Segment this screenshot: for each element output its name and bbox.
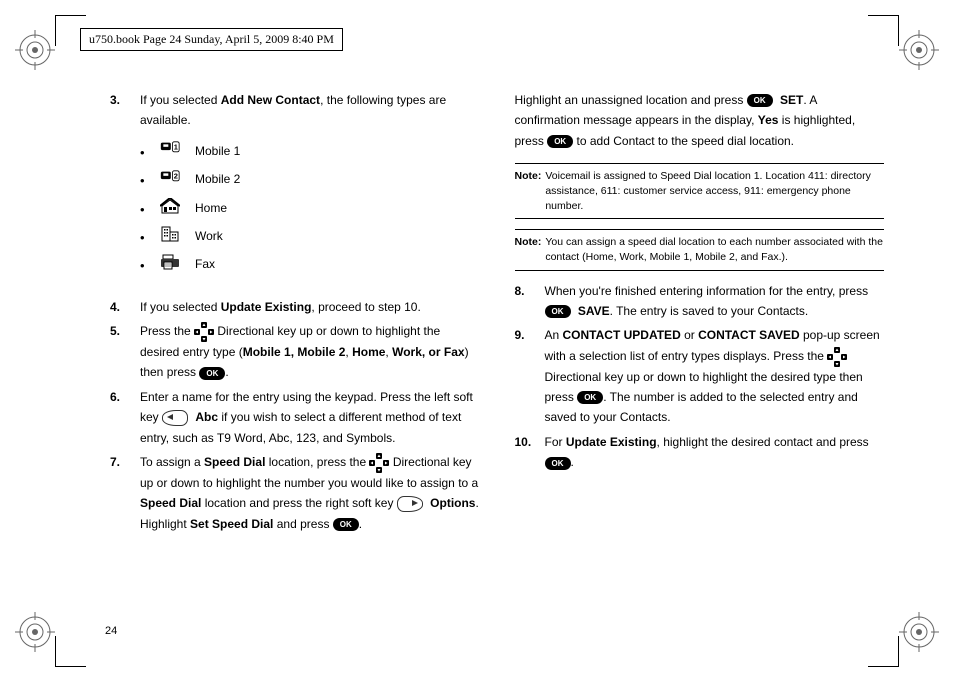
page: u750.book Page 24 Sunday, April 5, 2009 …	[0, 0, 954, 682]
phone-2-icon: 2	[160, 169, 180, 185]
step-text: If you selected Add New Contact, the fol…	[140, 93, 446, 127]
note-text: You can assign a speed dial location to …	[545, 235, 884, 264]
type-home: • Home	[140, 198, 480, 218]
ok-key-icon: OK	[747, 94, 773, 107]
svg-text:1: 1	[174, 143, 178, 152]
step-4: 4. If you selected Update Existing, proc…	[110, 297, 480, 317]
ok-key-icon: OK	[199, 367, 225, 380]
work-icon	[160, 226, 180, 242]
step-text: Enter a name for the entry using the key…	[140, 390, 473, 445]
type-fax: • Fax	[140, 254, 480, 274]
type-label: Fax	[195, 257, 215, 271]
crop-mark	[868, 636, 899, 667]
ok-key-icon: OK	[547, 135, 573, 148]
note-1: Note: Voicemail is assigned to Speed Dia…	[515, 163, 885, 219]
type-work: • Work	[140, 226, 480, 246]
left-softkey-icon	[162, 410, 188, 426]
home-icon	[160, 198, 180, 214]
step-number: 9.	[515, 325, 525, 345]
step-7-continued: Highlight an unassigned location and pre…	[515, 90, 885, 151]
fax-icon	[160, 254, 180, 270]
step-number: 7.	[110, 452, 120, 472]
step-6: 6. Enter a name for the entry using the …	[110, 387, 480, 448]
step-8: 8. When you're finished entering informa…	[515, 281, 885, 322]
page-deco-br	[899, 612, 939, 652]
right-softkey-icon	[397, 496, 423, 512]
step-number: 3.	[110, 90, 120, 110]
type-label: Work	[195, 229, 223, 243]
phone-1-icon: 1	[160, 141, 180, 157]
content: 3. If you selected Add New Contact, the …	[110, 90, 884, 622]
left-column: 3. If you selected Add New Contact, the …	[110, 90, 480, 622]
directional-key-icon	[194, 322, 214, 342]
note-label: Note:	[515, 169, 546, 213]
page-deco-tl	[15, 30, 55, 70]
page-header: u750.book Page 24 Sunday, April 5, 2009 …	[80, 28, 343, 51]
note-label: Note:	[515, 235, 546, 264]
step-3: 3. If you selected Add New Contact, the …	[110, 90, 480, 293]
type-mobile2: • 2 Mobile 2	[140, 169, 480, 189]
type-mobile1: • 1 Mobile 1	[140, 141, 480, 161]
step-number: 10.	[515, 432, 532, 452]
step-number: 5.	[110, 321, 120, 341]
ok-key-icon: OK	[545, 457, 571, 470]
step-5: 5. Press the Directional key up or down …	[110, 321, 480, 383]
crop-mark	[55, 636, 86, 667]
step-text: To assign a Speed Dial location, press t…	[140, 455, 479, 531]
note-2: Note: You can assign a speed dial locati…	[515, 229, 885, 270]
type-label: Mobile 2	[195, 172, 240, 186]
ok-key-icon: OK	[577, 391, 603, 404]
type-label: Mobile 1	[195, 144, 240, 158]
svg-text:2: 2	[174, 171, 178, 180]
page-number: 24	[105, 625, 117, 637]
step-number: 4.	[110, 297, 120, 317]
step-7: 7. To assign a Speed Dial location, pres…	[110, 452, 480, 534]
type-label: Home	[195, 201, 227, 215]
right-column: Highlight an unassigned location and pre…	[515, 90, 885, 622]
directional-key-icon	[827, 347, 847, 367]
ok-key-icon: OK	[333, 518, 359, 531]
step-text: When you're finished entering informatio…	[545, 284, 869, 318]
step-text: Press the Directional key up or down to …	[140, 324, 469, 379]
page-deco-bl	[15, 612, 55, 652]
step-text: For Update Existing, highlight the desir…	[545, 435, 869, 469]
step-number: 8.	[515, 281, 525, 301]
ok-key-icon: OK	[545, 305, 571, 318]
page-deco-tr	[899, 30, 939, 70]
step-number: 6.	[110, 387, 120, 407]
note-text: Voicemail is assigned to Speed Dial loca…	[545, 169, 884, 213]
step-text: An CONTACT UPDATED or CONTACT SAVED pop-…	[545, 328, 880, 424]
step-9: 9. An CONTACT UPDATED or CONTACT SAVED p…	[515, 325, 885, 427]
directional-key-icon	[369, 453, 389, 473]
crop-mark	[868, 15, 899, 46]
step-10: 10. For Update Existing, highlight the d…	[515, 432, 885, 473]
step-text: If you selected Update Existing, proceed…	[140, 300, 421, 314]
